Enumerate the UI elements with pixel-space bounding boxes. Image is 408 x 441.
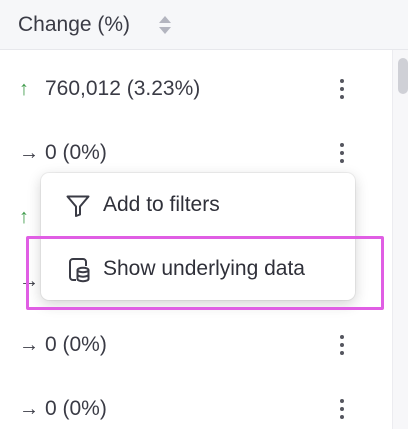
- table-row: → 0 (0%): [0, 313, 392, 377]
- column-header[interactable]: Change (%): [0, 0, 408, 50]
- change-value: 0 (0%): [45, 333, 107, 356]
- change-value: 0 (0%): [45, 397, 107, 420]
- database-icon: [69, 258, 90, 283]
- scrollbar-thumb[interactable]: [398, 58, 408, 94]
- menu-item-add-to-filters[interactable]: Add to filters: [41, 173, 355, 237]
- kebab-menu-icon[interactable]: [330, 142, 352, 164]
- arrow-right-icon: →: [19, 398, 39, 420]
- arrow-right-icon: →: [19, 142, 39, 164]
- context-menu: Add to filters Show underlying data: [41, 173, 355, 300]
- sort-icon[interactable]: [156, 14, 174, 36]
- arrow-up-icon: ↑: [19, 78, 29, 100]
- filter-icon: [66, 195, 90, 217]
- column-header-label: Change (%): [18, 13, 131, 36]
- table-row: → 0 (0%): [0, 377, 392, 441]
- arrow-right-icon: →: [19, 270, 39, 292]
- menu-item-label: Show underlying data: [103, 257, 305, 280]
- arrow-up-icon: ↑: [19, 206, 29, 228]
- kebab-menu-icon[interactable]: [330, 398, 352, 420]
- scrollbar-track[interactable]: [393, 50, 408, 429]
- kebab-menu-icon[interactable]: [330, 78, 352, 100]
- menu-item-show-underlying-data[interactable]: Show underlying data: [41, 237, 355, 301]
- table-row: ↑ 760,012 (3.23%): [0, 57, 392, 121]
- kebab-menu-icon[interactable]: [330, 334, 352, 356]
- arrow-right-icon: →: [19, 334, 39, 356]
- menu-item-label: Add to filters: [103, 193, 220, 216]
- change-value: 760,012 (3.23%): [45, 77, 201, 100]
